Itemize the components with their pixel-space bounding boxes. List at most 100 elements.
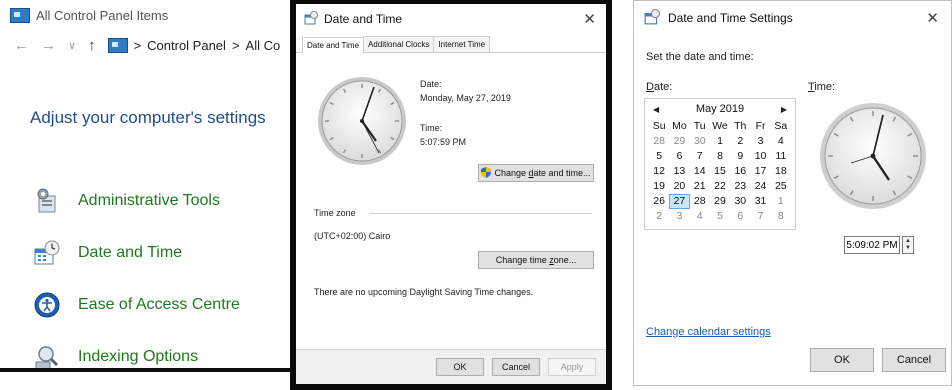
calendar-day[interactable]: 21 (690, 179, 710, 194)
ok-button[interactable]: OK (436, 358, 484, 376)
calendar-day[interactable]: 30 (730, 194, 750, 209)
calendar-day[interactable]: 28 (690, 194, 710, 209)
forward-arrow-icon[interactable]: → (41, 37, 56, 54)
next-month-icon[interactable]: ▶ (781, 105, 787, 114)
weekday-header: Th (734, 120, 747, 132)
time-spinner[interactable]: ▲ ▼ (902, 236, 914, 254)
control-panel-item-date-time[interactable]: Date and Time (34, 240, 182, 266)
calendar-day[interactable]: 8 (710, 149, 730, 164)
ok-button[interactable]: OK (810, 348, 874, 372)
calendar-day[interactable]: 23 (730, 179, 750, 194)
item-label: Indexing Options (78, 348, 199, 365)
button-label: Change (494, 168, 529, 178)
dialog-footer: OK Cancel Apply (296, 349, 606, 384)
calendar-day[interactable]: 4 (771, 134, 791, 149)
calendar-day[interactable]: 30 (690, 134, 710, 149)
calendar-day[interactable]: 31 (750, 194, 770, 209)
control-panel-item-admin-tools[interactable]: Administrative Tools (34, 188, 220, 214)
calendar-day[interactable]: 25 (771, 179, 791, 194)
date-time-app-icon (304, 10, 318, 28)
instruction-text: Set the date and time: (646, 51, 754, 63)
dialog-title: Date and Time Settings (668, 11, 793, 25)
calendar-day[interactable]: 24 (750, 179, 770, 194)
calendar-day[interactable]: 6 (730, 209, 750, 224)
page-title: Adjust your computer's settings (30, 108, 266, 127)
time-input[interactable]: 5:09:02 PM (844, 236, 900, 254)
tab-internet-time[interactable]: Internet Time (433, 36, 491, 52)
change-time-zone-button[interactable]: Change time zone... (478, 251, 594, 269)
calendar-day[interactable]: 2 (730, 134, 750, 149)
calendar-day[interactable]: 29 (669, 134, 689, 149)
control-panel-icon (107, 37, 128, 53)
calendar-day[interactable]: 15 (710, 164, 730, 179)
analog-clock (318, 77, 406, 165)
cancel-button[interactable]: Cancel (492, 358, 540, 376)
dialog-title: Date and Time (324, 12, 403, 26)
calendar-day[interactable]: 12 (649, 164, 669, 179)
calendar-day[interactable]: 1 (710, 134, 730, 149)
close-icon[interactable]: ✕ (926, 9, 939, 27)
timezone-section-label: Time zone (314, 208, 356, 218)
calendar-day[interactable]: 10 (750, 149, 770, 164)
calendar-header: ◀ May 2019 ▶ (645, 99, 795, 119)
calendar-day[interactable]: 20 (669, 179, 689, 194)
calendar-day[interactable]: 27 (669, 194, 690, 209)
weekday-header: Su (652, 120, 666, 132)
calendar-day[interactable]: 14 (690, 164, 710, 179)
calendar-day[interactable]: 1 (771, 194, 791, 209)
calendar-day[interactable]: 28 (649, 134, 669, 149)
item-label: Date and Time (78, 244, 183, 261)
date-label: Date: (420, 79, 442, 89)
change-date-time-button[interactable]: Change date and time... (478, 164, 594, 182)
up-arrow-icon[interactable]: ↑ (88, 37, 96, 54)
breadcrumb-control-panel[interactable]: Control Panel (147, 38, 226, 53)
date-value: Monday, May 27, 2019 (420, 93, 511, 103)
calendar-month[interactable]: May 2019 (696, 103, 744, 115)
calendar-day[interactable]: 19 (649, 179, 669, 194)
calendar-day[interactable]: 3 (750, 134, 770, 149)
calendar-day[interactable]: 18 (771, 164, 791, 179)
control-panel-titlebar: All Control Panel Items (0, 0, 296, 30)
calendar-day[interactable]: 6 (669, 149, 689, 164)
item-label: Administrative Tools (78, 192, 220, 209)
calendar-day[interactable]: 9 (730, 149, 750, 164)
tab-additional-clocks[interactable]: Additional Clocks (363, 36, 435, 52)
calendar-picker[interactable]: ◀ May 2019 ▶ Su Mo Tu We Th Fr Sa 28 29 30 1 2 3 4 5 6 7… (644, 98, 796, 230)
calendar-day[interactable]: 5 (710, 209, 730, 224)
calendar-day[interactable]: 11 (771, 149, 791, 164)
button-label: ate and time... (533, 168, 591, 178)
calendar-day[interactable]: 2 (649, 209, 669, 224)
spin-down-icon[interactable]: ▼ (905, 245, 911, 252)
breadcrumb-all-items[interactable]: All Co (246, 38, 281, 53)
calendar-day[interactable]: 7 (690, 149, 710, 164)
control-panel-item-indexing[interactable]: Indexing Options (34, 344, 199, 368)
close-icon[interactable]: ✕ (583, 10, 596, 28)
calendar-day[interactable]: 4 (690, 209, 710, 224)
calendar-day[interactable]: 13 (669, 164, 689, 179)
tab-date-and-time[interactable]: Date and Time (302, 37, 365, 53)
calendar-day[interactable]: 16 (730, 164, 750, 179)
change-calendar-settings-link[interactable]: Change calendar settings (646, 326, 771, 338)
timezone-value: (UTC+02:00) Cairo (314, 231, 391, 241)
calendar-day[interactable]: 5 (649, 149, 669, 164)
date-time-dialog-frame: Date and Time ✕ Date and Time Additional… (290, 0, 612, 390)
cancel-button[interactable]: Cancel (882, 348, 946, 372)
control-panel-window: All Control Panel Items ← → ∨ ↑ > Contro… (0, 0, 300, 372)
analog-clock (820, 103, 926, 209)
date-time-dialog: Date and Time ✕ Date and Time Additional… (296, 4, 606, 384)
spin-up-icon[interactable]: ▲ (905, 238, 911, 245)
back-arrow-icon[interactable]: ← (14, 37, 29, 54)
calendar-day[interactable]: 7 (750, 209, 770, 224)
calendar-day[interactable]: 29 (710, 194, 730, 209)
calendar-day[interactable]: 8 (771, 209, 791, 224)
calendar-day[interactable]: 17 (750, 164, 770, 179)
control-panel-title: All Control Panel Items (36, 7, 169, 23)
recent-locations-icon[interactable]: ∨ (68, 39, 76, 52)
previous-month-icon[interactable]: ◀ (653, 105, 659, 114)
control-panel-item-ease-of-access[interactable]: Ease of Access Centre (34, 292, 240, 318)
uac-shield-icon (481, 166, 492, 180)
calendar-day[interactable]: 3 (669, 209, 689, 224)
calendar-day[interactable]: 26 (649, 194, 669, 209)
calendar-day[interactable]: 22 (710, 179, 730, 194)
breadcrumb-separator: > (133, 37, 142, 53)
